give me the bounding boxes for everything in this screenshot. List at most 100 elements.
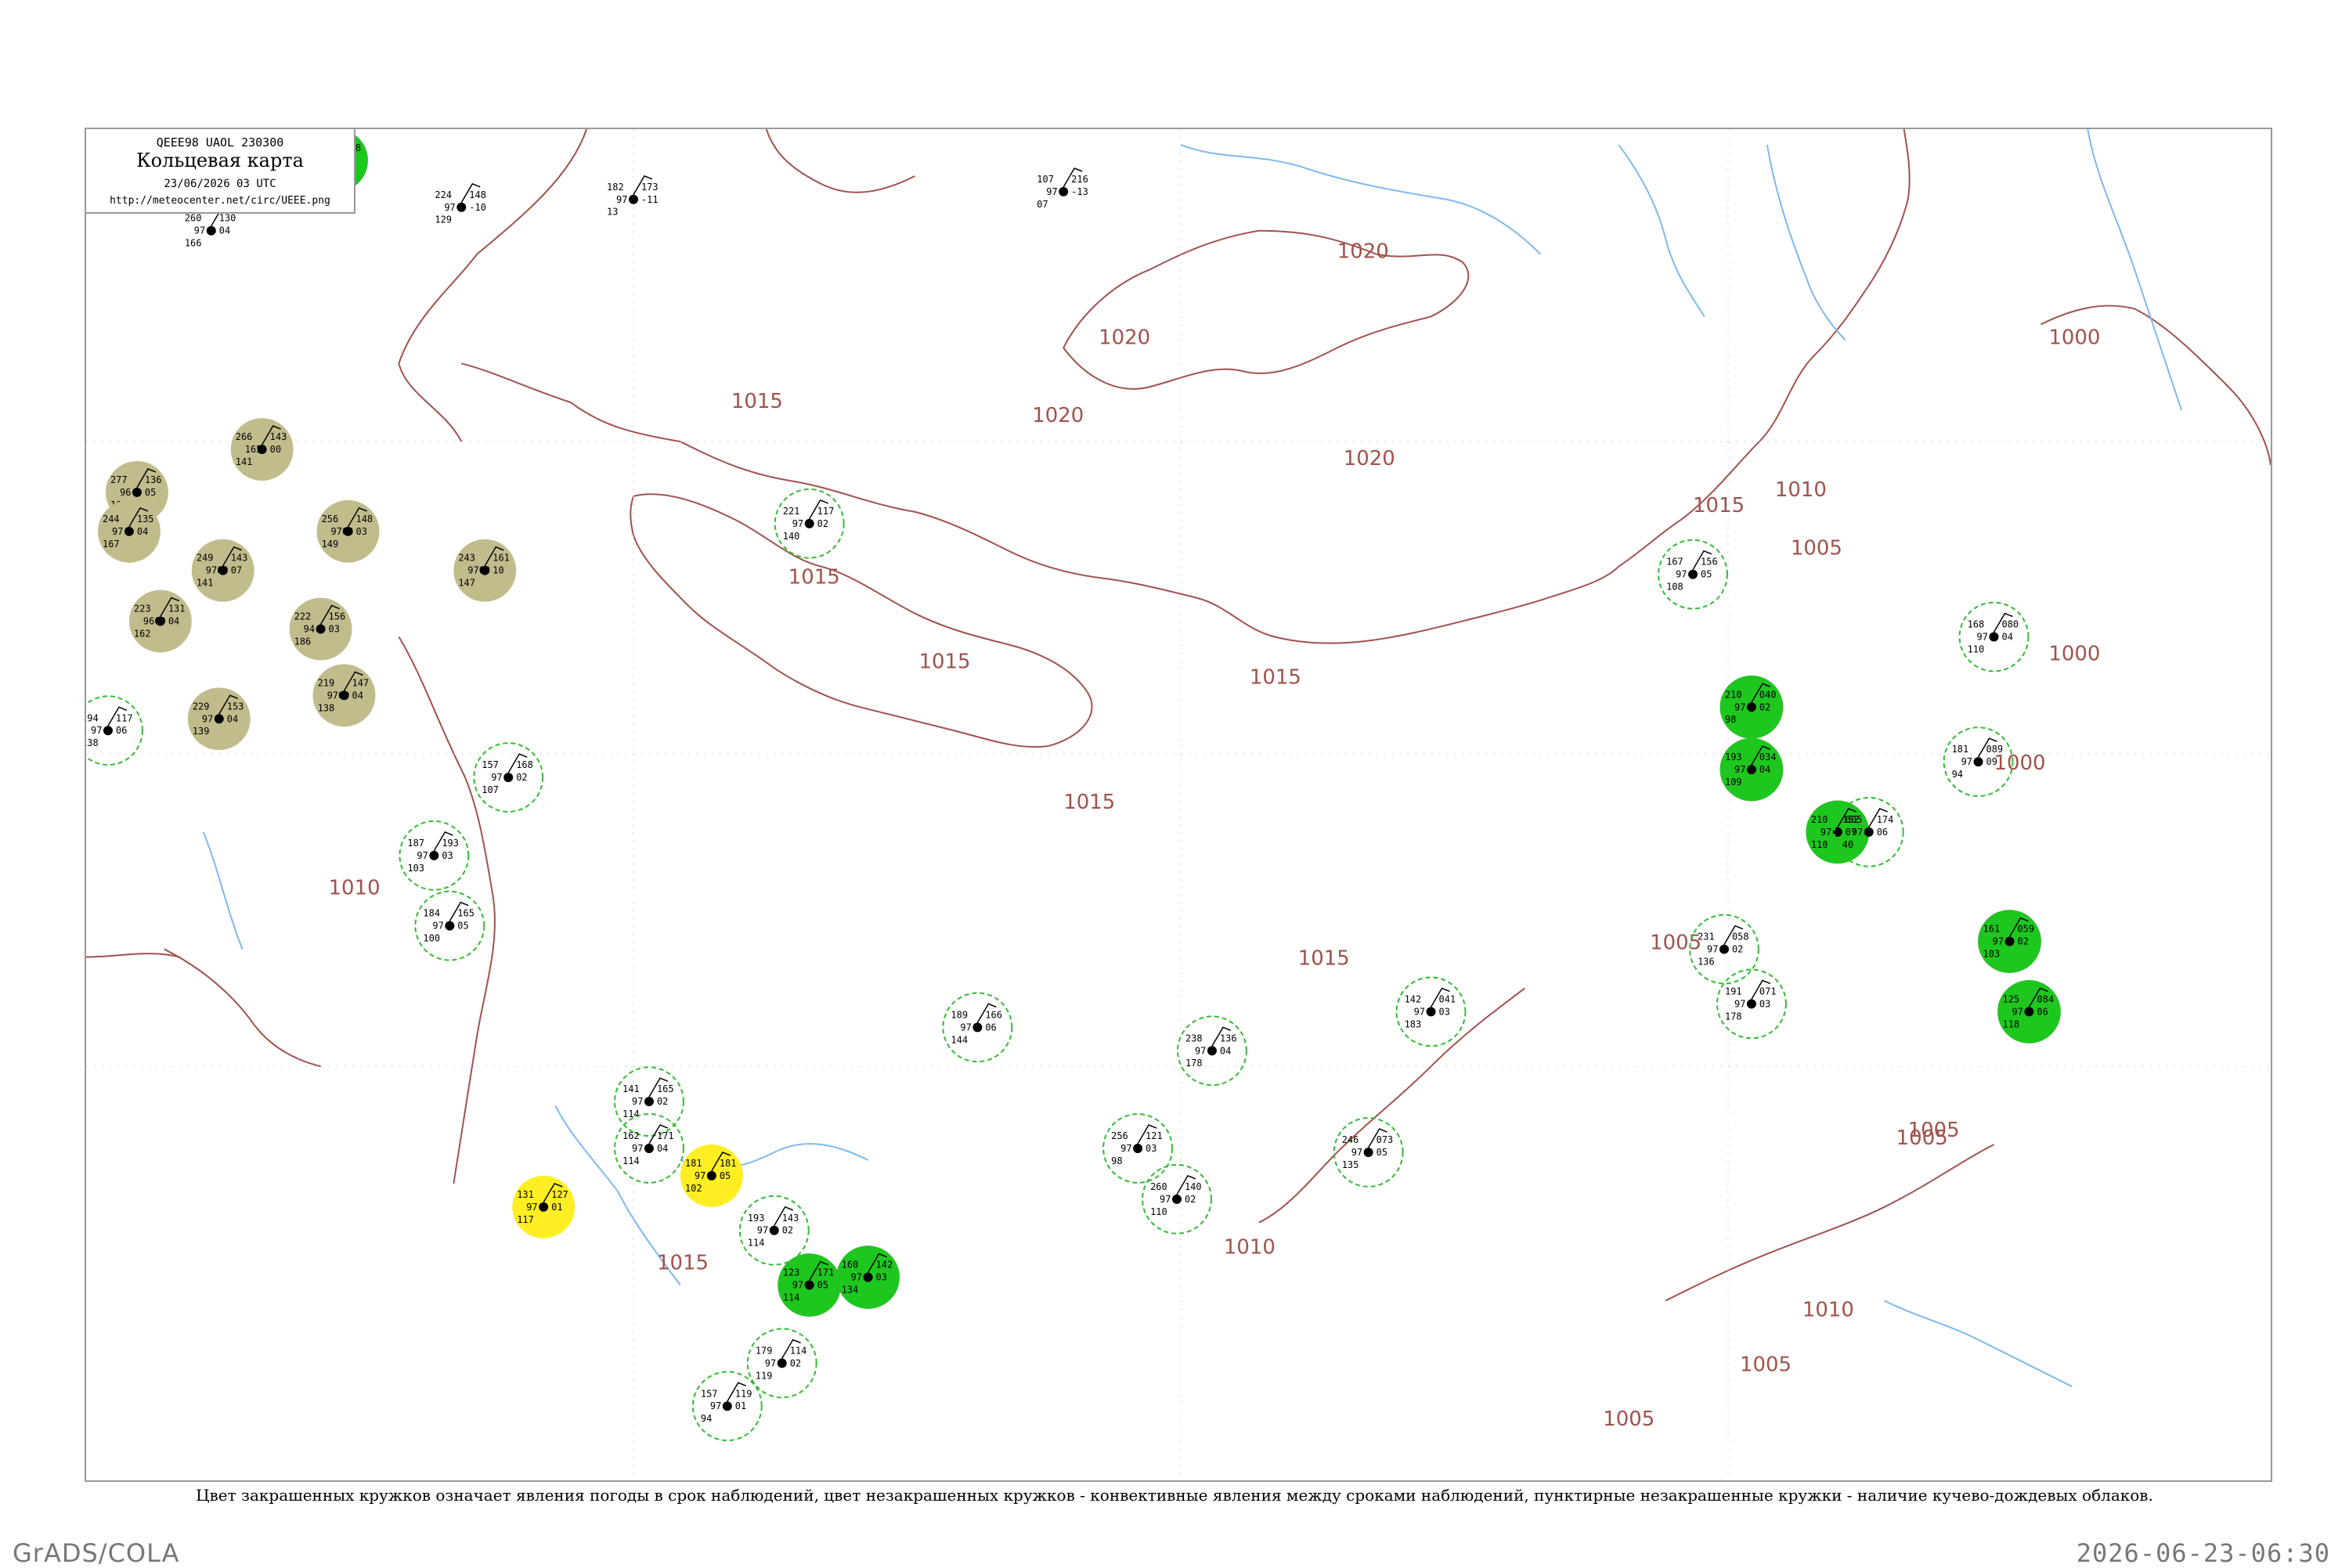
bulletin-code: QEEE98 UAOL 230300 (156, 135, 284, 150)
pressure-value: 97 (710, 1400, 721, 1411)
pressure-value: 97 (1676, 569, 1687, 580)
visibility-value: 186 (294, 636, 312, 647)
dewpoint-value: 181 (720, 1158, 737, 1169)
cloud-cover-icon (1864, 827, 1874, 837)
isobar-label: 1015 (1063, 791, 1115, 814)
pressure-tendency: 05 (817, 1280, 828, 1291)
isobar-label: 1010 (1224, 1236, 1276, 1260)
temperature-value: 231 (1698, 932, 1715, 943)
visibility-value: 94 (1952, 769, 1963, 780)
pressure-tendency: 05 (145, 487, 156, 498)
pressure-tendency: 03 (329, 624, 340, 635)
station-plot: 16197 103 05902 (1978, 910, 2041, 974)
station-plots: 2569718012802260971661300422497129148-10… (86, 129, 2061, 1442)
pressure-value: 97 (960, 1022, 971, 1033)
temperature-value: 131 (517, 1189, 534, 1200)
visibility-value: 108 (1666, 582, 1683, 593)
temperature-value: 123 (783, 1267, 800, 1278)
dewpoint-value: 171 (657, 1130, 674, 1141)
cloud-cover-icon (1746, 765, 1756, 775)
dewpoint-value: 148 (469, 189, 486, 200)
dewpoint-value: 171 (817, 1267, 835, 1278)
station-plot: 260 97110 140 02 (1142, 1163, 1212, 1235)
pressure-value: 9700 (327, 690, 350, 701)
visibility-value: 144 (951, 1034, 968, 1045)
dewpoint-value: 168 (516, 759, 533, 770)
pressure-tendency: -10 (469, 202, 486, 213)
temperature-value: 125 (2002, 993, 2019, 1004)
visibility-value: 178 (1185, 1058, 1203, 1069)
station-plot: 18797 103 19303 (399, 820, 470, 891)
cloud-cover-icon (316, 624, 326, 634)
pressure-value: 97 (194, 225, 205, 236)
station-plot: 17997 119 11402 (746, 1328, 817, 1399)
source-url[interactable]: http://meteocenter.net/circ/UEEE.png (86, 195, 354, 207)
temperature-value: 260 (1150, 1181, 1167, 1192)
temperature-value: 219 (318, 677, 335, 688)
pressure-tendency: 02 (2017, 936, 2028, 947)
pressure-tendency: 02 (1759, 701, 1770, 712)
dewpoint-value: 174 (1877, 814, 1894, 825)
visibility-value: 162 (134, 629, 151, 640)
temperature-value: 181 (1952, 744, 1969, 755)
station-plot: 2439700 147 16110 (453, 539, 517, 602)
pressure-tendency: 06 (1877, 827, 1888, 838)
dewpoint-value: 130 (219, 213, 236, 224)
station-plot: 22997 139 15304 (187, 687, 251, 751)
pressure-value: 97 (444, 202, 455, 213)
station-plot: 19197 178 07103 (1716, 968, 1787, 1040)
visibility-value: 107 (482, 784, 499, 795)
pressure-value: 97 (1414, 1006, 1425, 1017)
isobar-label: 1015 (1250, 665, 1301, 689)
station-plot: 21097 98 04002 (1719, 675, 1784, 739)
station-plot: 194 97138 117 06 (86, 695, 143, 766)
visibility-value: 149 (322, 539, 339, 550)
cloud-cover-icon (1363, 1147, 1373, 1157)
cloud-cover-icon (804, 1280, 814, 1290)
temperature-value: 191 (1725, 986, 1742, 997)
temperature-value: 182 (607, 182, 624, 193)
isobar-label: 1005 (1650, 932, 1701, 955)
pressure-tendency: 09 (1986, 756, 1997, 767)
pressure-value: 97 (695, 1170, 705, 1181)
pressure-tendency: 06 (116, 725, 127, 736)
dewpoint-value: 165 (657, 1083, 674, 1094)
cloud-cover-icon (456, 202, 467, 212)
temperature-value: 162 (622, 1130, 640, 1141)
visibility-value: 135 (1342, 1159, 1359, 1170)
temperature-value: 277 (110, 474, 128, 485)
isobar-label: 1000 (1994, 752, 2046, 775)
pressure-value: 97 (112, 526, 123, 537)
dewpoint-value: 084 (2037, 993, 2054, 1004)
cloud-cover-icon (1207, 1046, 1217, 1056)
pressure-value: 97 (1852, 827, 1863, 838)
pressure-value: 97 (417, 850, 428, 861)
temperature-value: 221 (783, 506, 800, 517)
temperature-value: 260 (185, 213, 202, 224)
visibility-value: 13 (607, 207, 618, 218)
pressure-tendency: 10 (493, 565, 503, 576)
pressure-tendency: -11 (641, 194, 659, 205)
pressure-tendency: 03 (356, 526, 367, 537)
cloud-cover-icon (1059, 186, 1069, 196)
temperature-value: 161 (1983, 924, 2001, 935)
station-plot: 184 97100 165 05 (414, 890, 485, 961)
dewpoint-value: 080 (2001, 619, 2019, 630)
map-header: QEEE98 UAOL 230300 Кольцевая карта 23/06… (85, 128, 355, 214)
visibility-value: 110 (1150, 1206, 1167, 1217)
isobar-label: 1000 (2048, 642, 2100, 665)
visibility-value: 109 (1725, 777, 1742, 788)
pressure-value: 9700 (206, 565, 229, 576)
visibility-value: 117 (517, 1214, 534, 1225)
cloud-cover-icon (1746, 702, 1756, 712)
pressure-tendency: 03 (876, 1272, 887, 1283)
station-plot: 15797 94 11901 (691, 1371, 763, 1442)
isobar-label: 1005 (1603, 1408, 1654, 1431)
cloud-cover-icon (1133, 1143, 1143, 1153)
temperature-value: 189 (951, 1009, 968, 1020)
temperature-value: 194 (86, 712, 99, 723)
dewpoint-value: 040 (1759, 689, 1777, 700)
temperature-value: 187 (407, 838, 424, 849)
pressure-tendency: 02 (1185, 1194, 1196, 1205)
visibility-value: 110 (1811, 839, 1828, 850)
